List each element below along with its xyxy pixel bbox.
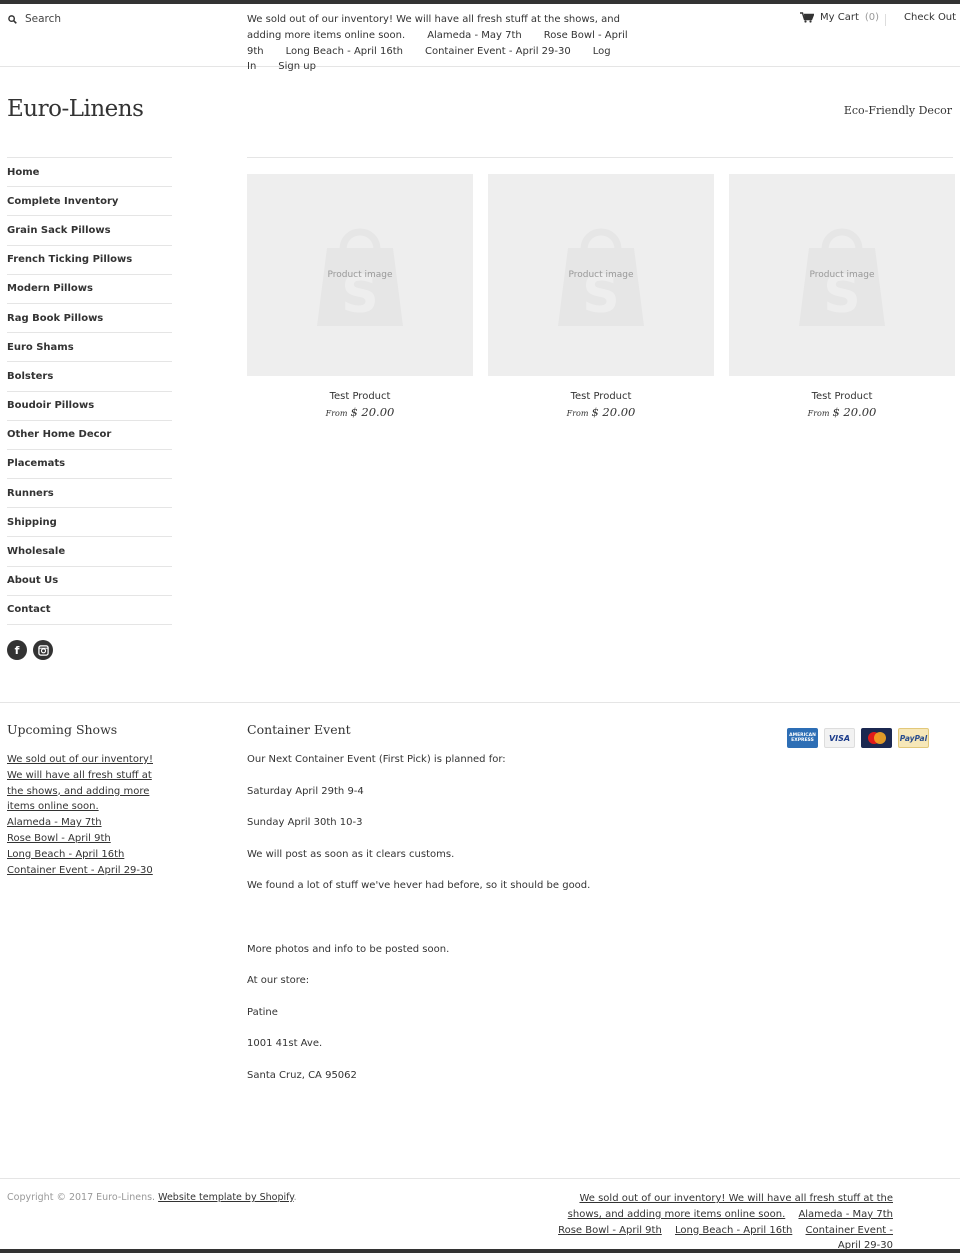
product-card[interactable]: S Product image Test Product From $ 20.00 [488,174,714,419]
copyright: Copyright © 2017 Euro-Linens. Website te… [7,1192,297,1203]
price-value: $ 20.00 [591,405,636,419]
price-value: $ 20.00 [350,405,395,419]
divider [885,14,886,26]
price-from: From [807,409,830,418]
cart-link[interactable]: My Cart (0) [800,12,879,23]
nav-item-placemats[interactable]: Placemats [7,450,172,480]
nav-item-rag-book-pillows[interactable]: Rag Book Pillows [7,304,172,334]
container-line [247,910,667,942]
instagram-icon[interactable] [33,640,53,660]
social-links: f [7,640,53,660]
footer-link-rose-bowl[interactable]: Rose Bowl - April 9th [7,831,167,847]
product-image[interactable]: S Product image [488,174,714,376]
upcoming-shows-list: We sold out of our inventory! We will ha… [7,752,167,878]
product-price: From $ 20.00 [729,405,955,419]
bottom-link-long-beach[interactable]: Long Beach - April 16th [675,1225,792,1236]
nav-item-french-ticking-pillows[interactable]: French Ticking Pillows [7,246,172,275]
nav-item-boudoir-pillows[interactable]: Boudoir Pillows [7,392,172,421]
paypal-icon: PayPal [898,728,929,748]
footer-divider [0,702,960,703]
product-image-placeholder: Product image [809,270,875,280]
price-from: From [325,409,348,418]
container-line: We found a lot of stuff we've hever had … [247,880,591,892]
container-line: More photos and info to be posted soon. [247,943,450,955]
nav-item-complete-inventory[interactable]: Complete Inventory [7,187,172,217]
container-line: Saturday April 29th 9-4 [247,785,364,797]
products-divider [247,157,953,158]
header-link-long-beach[interactable]: Long Beach - April 16th [286,46,403,57]
shopify-template-link[interactable]: Website template by Shopify [158,1192,293,1203]
product-title[interactable]: Test Product [247,391,473,402]
container-line: Santa Cruz, CA 95062 [247,1069,357,1081]
header-link-alameda[interactable]: Alameda - May 7th [427,30,522,41]
nav-item-about-us[interactable]: About Us [7,567,172,596]
bottom-divider [0,1178,960,1179]
instagram-glyph [37,644,49,656]
container-line: Patine [247,1006,278,1018]
container-line: At our store: [247,975,310,987]
nav-item-home[interactable]: Home [7,158,172,188]
footer-link-long-beach[interactable]: Long Beach - April 16th [7,847,167,863]
payment-methods: AMERICAN EXPRESS VISA PayPal [787,728,929,748]
nav-item-euro-shams[interactable]: Euro Shams [7,333,172,363]
site-logo[interactable]: Euro-Linens [7,96,144,122]
product-image[interactable]: S Product image [247,174,473,376]
signup-link[interactable]: Sign up [278,61,316,72]
container-event-text: Our Next Container Event (First Pick) is… [247,752,667,1100]
nav-item-other-home-decor[interactable]: Other Home Decor [7,421,172,450]
bottom-link-alameda[interactable]: Alameda - May 7th [798,1209,893,1220]
product-image[interactable]: S Product image [729,174,955,376]
search-label: Search [25,13,62,25]
announcement-bar: We sold out of our inventory! We will ha… [247,12,657,75]
product-card[interactable]: S Product image Test Product From $ 20.00 [729,174,955,419]
cart-icon [800,12,814,23]
price-from: From [566,409,589,418]
bottom-links: We sold out of our inventory! We will ha… [540,1191,893,1253]
search-icon [8,14,17,24]
product-image-placeholder: Product image [568,270,634,280]
footer-link-alameda[interactable]: Alameda - May 7th [7,815,167,831]
search-field[interactable]: Search [8,13,61,25]
cart-label: My Cart [820,12,859,23]
product-price: From $ 20.00 [247,405,473,419]
price-value: $ 20.00 [832,405,877,419]
container-line: Our Next Container Event (First Pick) is… [247,754,506,765]
product-price: From $ 20.00 [488,405,714,419]
site-tagline: Eco-Friendly Decor [843,104,952,117]
copyright-text: Copyright © 2017 Euro-Linens. [7,1192,156,1203]
footer-link-container-event[interactable]: Container Event - April 29-30 [7,863,167,879]
amex-icon: AMERICAN EXPRESS [787,728,818,748]
copyright-period: . [293,1192,297,1203]
product-image-placeholder: Product image [327,270,393,280]
product-card[interactable]: S Product image Test Product From $ 20.00 [247,174,473,419]
utility-bar: Search We sold out of our inventory! We … [0,4,960,72]
facebook-glyph: f [14,643,20,657]
facebook-icon[interactable]: f [7,640,27,660]
nav-item-runners[interactable]: Runners [7,479,172,509]
nav-item-shipping[interactable]: Shipping [7,508,172,538]
container-line: We will post as soon as it clears custom… [247,848,455,860]
mastercard-icon [861,728,892,748]
container-line: Sunday April 30th 10-3 [247,817,363,829]
nav-item-contact[interactable]: Contact [7,596,172,625]
upcoming-shows-heading: Upcoming Shows [7,722,118,737]
sidebar-nav: Home Complete Inventory Grain Sack Pillo… [7,157,172,625]
bottom-stripe [0,1249,960,1253]
nav-item-grain-sack-pillows[interactable]: Grain Sack Pillows [7,216,172,246]
footer-link-announcement[interactable]: We sold out of our inventory! We will ha… [7,752,167,815]
container-line: 1001 41st Ave. [247,1038,323,1050]
bottom-link-rose-bowl[interactable]: Rose Bowl - April 9th [558,1225,662,1236]
container-event-heading: Container Event [247,722,351,737]
nav-item-wholesale[interactable]: Wholesale [7,537,172,567]
bottom-link-container-event[interactable]: Container Event - April 29-30 [806,1225,893,1252]
nav-item-modern-pillows[interactable]: Modern Pillows [7,275,172,304]
nav-item-bolsters[interactable]: Bolsters [7,362,172,392]
product-title[interactable]: Test Product [488,391,714,402]
product-title[interactable]: Test Product [729,391,955,402]
cart-count: (0) [864,12,880,23]
header-link-container-event[interactable]: Container Event - April 29-30 [425,46,571,57]
checkout-link[interactable]: Check Out [904,12,956,23]
visa-icon: VISA [824,728,855,748]
product-grid: S Product image Test Product From $ 20.00… [247,174,955,419]
